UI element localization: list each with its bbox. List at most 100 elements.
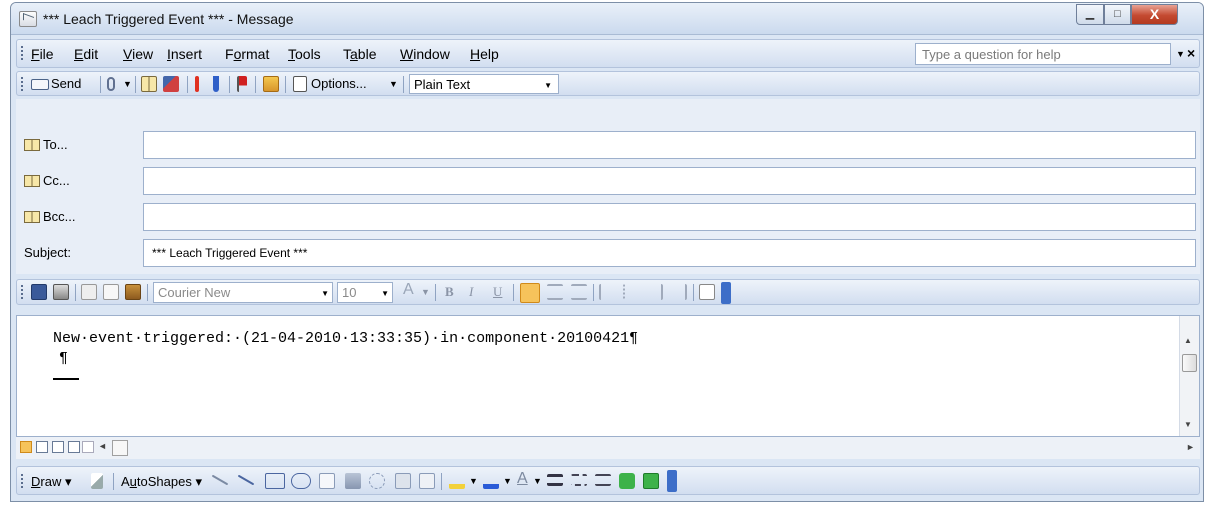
menu-insert[interactable]: Insert: [167, 46, 202, 62]
title-bar[interactable]: *** Leach Triggered Event *** - Message …: [11, 3, 1203, 35]
outline-view-icon[interactable]: [68, 441, 80, 453]
copy-icon[interactable]: [103, 284, 119, 300]
underline-button[interactable]: U: [493, 284, 502, 301]
select-objects-icon[interactable]: [91, 473, 103, 489]
toolbar-grip-icon[interactable]: [21, 285, 24, 299]
options-dropdown-icon[interactable]: ▼: [389, 79, 398, 96]
draw-font-color-dropdown-icon[interactable]: ▼: [533, 476, 542, 486]
minimize-button[interactable]: ▁: [1076, 4, 1104, 25]
align-left-icon[interactable]: [520, 283, 540, 303]
line-style-icon[interactable]: [547, 474, 563, 486]
align-right-icon[interactable]: [571, 284, 587, 300]
message-body[interactable]: New·event·triggered:·(21-04-2010·13:33:3…: [16, 315, 1200, 437]
cc-field[interactable]: [143, 167, 1196, 195]
draw-menu-button[interactable]: Draw ▾: [31, 474, 71, 490]
arrow-style-icon[interactable]: [595, 474, 611, 486]
reading-layout-icon[interactable]: [82, 441, 94, 453]
send-envelope-icon[interactable]: [31, 79, 49, 90]
menu-window[interactable]: Window: [400, 46, 450, 62]
cut-icon[interactable]: [81, 284, 97, 300]
scroll-up-icon[interactable]: ▲: [1184, 336, 1192, 345]
subject-field[interactable]: *** Leach Triggered Event ***: [143, 239, 1196, 267]
scroll-thumb[interactable]: [1182, 354, 1197, 372]
shadow-style-icon[interactable]: [619, 473, 635, 489]
3d-style-icon[interactable]: [643, 473, 659, 489]
vertical-scrollbar[interactable]: ▲ ▼: [1179, 316, 1199, 436]
attach-dropdown-icon[interactable]: ▼: [123, 79, 132, 96]
wordart-icon[interactable]: [345, 473, 361, 489]
toolbar-options-icon[interactable]: [667, 470, 677, 492]
menu-format[interactable]: Format: [225, 46, 269, 62]
font-color-dropdown-icon[interactable]: ▼: [421, 287, 430, 304]
menu-view[interactable]: View: [123, 46, 153, 62]
importance-high-icon[interactable]: [195, 76, 199, 92]
options-icon[interactable]: [293, 76, 307, 92]
close-button[interactable]: X: [1131, 4, 1178, 25]
maximize-button[interactable]: □: [1104, 4, 1131, 25]
bcc-field[interactable]: [143, 203, 1196, 231]
chevron-down-icon[interactable]: ▼: [544, 81, 552, 90]
message-format-select[interactable]: Plain Text ▼: [409, 74, 559, 94]
menu-file[interactable]: File: [31, 46, 54, 62]
picture-icon[interactable]: [419, 473, 435, 489]
fill-color-dropdown-icon[interactable]: ▼: [469, 476, 478, 486]
open-folder-icon[interactable]: [263, 76, 279, 92]
menu-table[interactable]: Table: [343, 46, 376, 62]
menu-help[interactable]: Help: [470, 46, 499, 62]
attach-paperclip-icon[interactable]: [107, 77, 115, 91]
send-button[interactable]: Send: [51, 76, 81, 93]
toolbar-grip-icon[interactable]: [21, 474, 24, 488]
chevron-down-icon[interactable]: ▼: [381, 289, 389, 298]
bold-button[interactable]: B: [445, 284, 454, 301]
fill-color-icon[interactable]: [449, 473, 465, 489]
paste-icon[interactable]: [125, 284, 141, 300]
address-book-icon[interactable]: [141, 76, 157, 92]
line-color-dropdown-icon[interactable]: ▼: [503, 476, 512, 486]
toolbar-grip-icon[interactable]: [21, 77, 24, 91]
oval-icon[interactable]: [291, 473, 311, 489]
message-envelope-icon[interactable]: [19, 11, 37, 27]
to-button[interactable]: To...: [24, 133, 68, 157]
autoshapes-menu-button[interactable]: AutoShapes ▾: [121, 474, 202, 490]
follow-up-flag-icon[interactable]: [237, 76, 247, 92]
line-color-icon[interactable]: [483, 473, 499, 489]
help-dropdown-icon[interactable]: ▼: [1176, 49, 1185, 59]
scroll-down-icon[interactable]: ▼: [1184, 420, 1192, 429]
importance-low-icon[interactable]: [213, 76, 219, 92]
bcc-button[interactable]: Bcc...: [24, 205, 76, 229]
save-icon[interactable]: [31, 284, 47, 300]
font-name-select[interactable]: Courier New ▼: [153, 282, 333, 303]
print-icon[interactable]: [53, 284, 69, 300]
toolbar-grip-icon[interactable]: [21, 46, 24, 60]
font-size-select[interactable]: 10 ▼: [337, 282, 393, 303]
menu-edit[interactable]: Edit: [74, 46, 98, 62]
clip-art-icon[interactable]: [395, 473, 411, 489]
decrease-indent-icon[interactable]: [647, 284, 663, 300]
scroll-right-icon[interactable]: ►: [1186, 442, 1195, 452]
horizontal-scroll-thumb[interactable]: [112, 440, 128, 456]
spelling-icon[interactable]: [699, 284, 715, 300]
arrow-icon[interactable]: [237, 474, 255, 486]
cc-button[interactable]: Cc...: [24, 169, 70, 193]
bulleted-list-icon[interactable]: [623, 284, 639, 300]
dash-style-icon[interactable]: [571, 474, 587, 486]
chevron-down-icon[interactable]: ▼: [321, 289, 329, 298]
line-icon[interactable]: [211, 474, 229, 486]
text-box-icon[interactable]: [319, 473, 335, 489]
numbered-list-icon[interactable]: [599, 284, 615, 300]
help-search-input[interactable]: Type a question for help: [915, 43, 1171, 65]
font-color-icon[interactable]: A: [403, 281, 414, 298]
toolbar-options-icon[interactable]: [721, 282, 731, 304]
check-names-icon[interactable]: [163, 76, 179, 92]
normal-view-icon[interactable]: [20, 441, 32, 453]
rectangle-icon[interactable]: [265, 473, 285, 489]
to-field[interactable]: [143, 131, 1196, 159]
print-layout-icon[interactable]: [52, 441, 64, 453]
draw-font-color-icon[interactable]: A: [517, 470, 528, 488]
italic-button[interactable]: I: [469, 284, 473, 301]
scroll-left-icon[interactable]: ◄: [98, 441, 107, 451]
align-center-icon[interactable]: [547, 284, 563, 300]
diagram-icon[interactable]: [369, 473, 385, 489]
increase-indent-icon[interactable]: [671, 284, 687, 300]
help-close-button[interactable]: ×: [1187, 45, 1195, 61]
